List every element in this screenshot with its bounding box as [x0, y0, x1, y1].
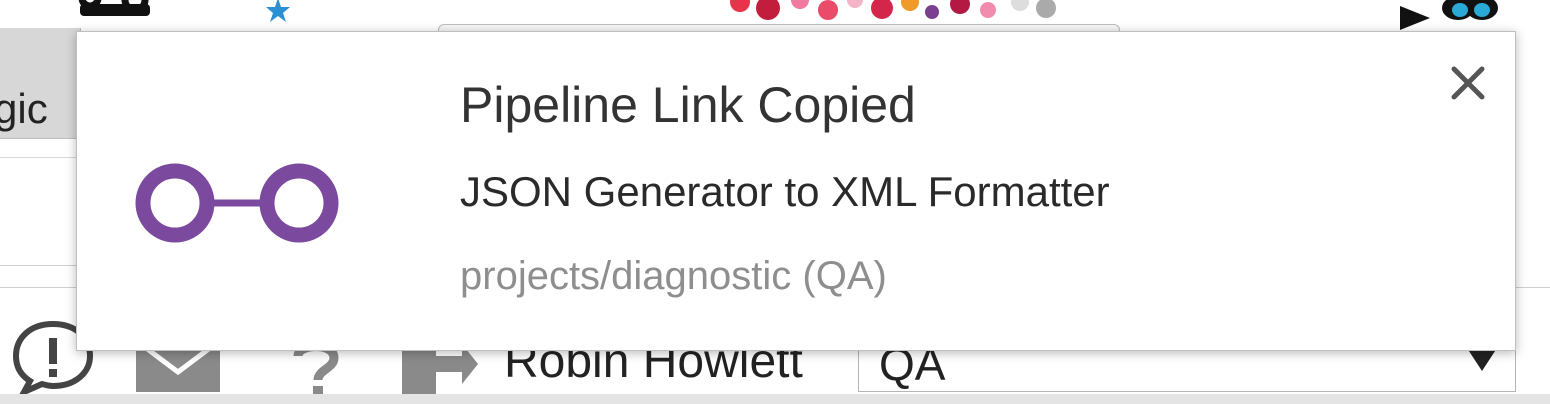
close-icon[interactable] — [1445, 60, 1491, 106]
notification-title: Pipeline Link Copied — [460, 77, 916, 133]
notification-context: projects/diagnostic (QA) — [460, 254, 887, 298]
star-icon — [266, 0, 290, 22]
app-window: gic Robin Howlett QA Pipeline Link Copie… — [0, 0, 1550, 404]
notification-popup: Pipeline Link Copied JSON Generator to X… — [76, 31, 1516, 351]
status-bar — [0, 394, 1550, 404]
divider — [0, 265, 80, 266]
menu-tab-label: gic — [0, 85, 48, 132]
divider — [0, 157, 80, 158]
pipeline-logo-icon — [78, 0, 150, 16]
notification-message: JSON Generator to XML Formatter — [460, 168, 1110, 215]
butterfly-icon — [1400, 0, 1498, 30]
infinity-logo-icon — [135, 163, 339, 243]
menu-tab[interactable]: gic — [0, 28, 81, 139]
